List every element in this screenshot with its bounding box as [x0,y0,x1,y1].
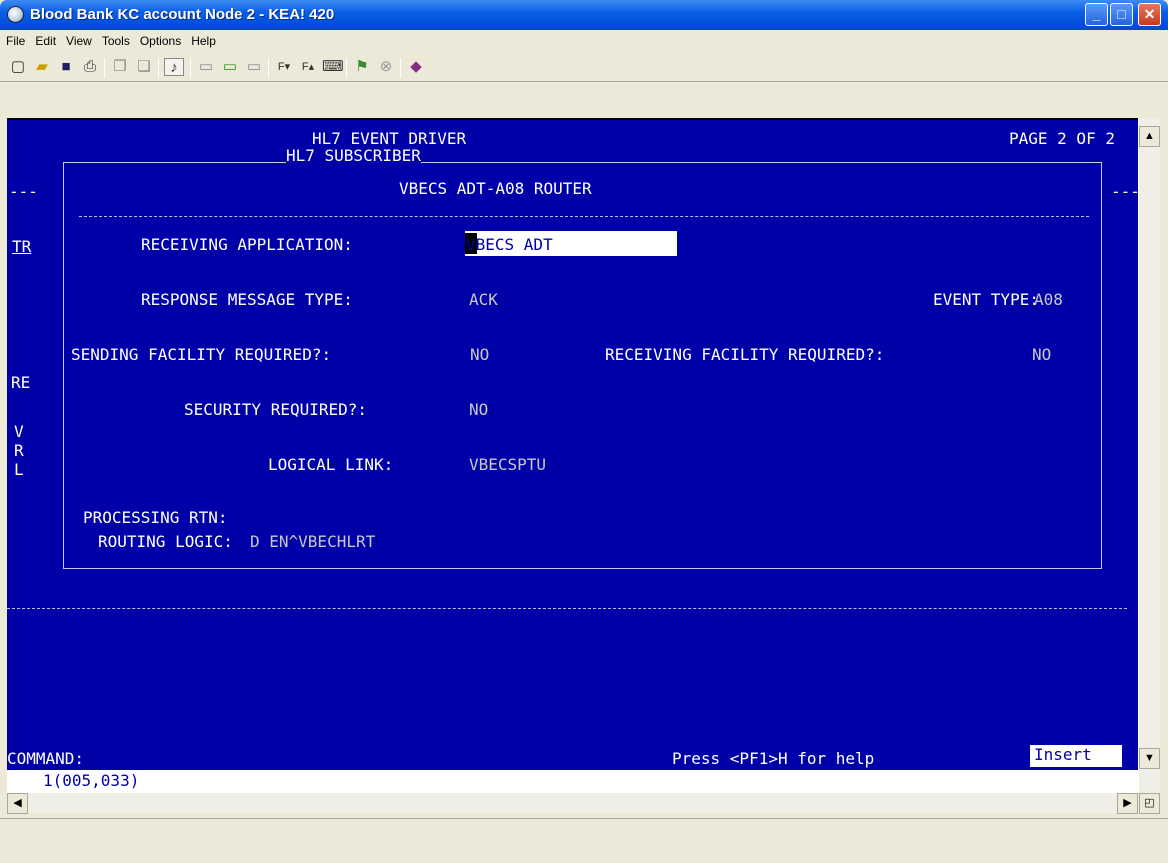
scroll-left-button[interactable]: ◀ [7,793,28,814]
app-icon [7,6,24,23]
popup-top-border-left [64,162,284,163]
audio-icon[interactable]: ♪ [164,58,184,76]
insert-mode-indicator: Insert [1030,745,1122,767]
right-dashes: --- [1111,182,1138,201]
scroll-up-button[interactable]: ▲ [1139,126,1160,147]
left-fragment-r: R [14,441,24,460]
screen-dashed-separator [7,608,1127,609]
vertical-scrollbar[interactable]: ▲ ▼ [1138,118,1160,793]
menu-tools[interactable]: Tools [96,30,134,48]
new-icon[interactable]: ▢ [8,58,28,76]
left-fragment-l: L [14,460,24,479]
response-message-type-label: RESPONSE MESSAGE TYPE: [141,290,353,309]
cursor-position: 1(005,033) [43,771,140,790]
toolbar-separator [346,58,347,78]
command-label: COMMAND: [7,749,85,768]
window-title: Blood Bank KC account Node 2 - KEA! 420 [30,6,335,23]
left-fragment-tr: TR [12,237,32,256]
scroll-right-button[interactable]: ▶ [1117,793,1138,814]
folder-b-icon[interactable]: ▭ [220,58,240,76]
event-type-label: EVENT TYPE: [933,290,1039,309]
left-dashes: --- [9,182,38,201]
title-bar[interactable]: Blood Bank KC account Node 2 - KEA! 420 … [0,0,1168,30]
toolbar-separator [104,58,105,78]
sending-facility-label: SENDING FACILITY REQUIRED?: [71,345,332,364]
open-icon[interactable]: ▰ [32,58,52,76]
menu-edit[interactable]: Edit [29,30,60,48]
page-indicator: PAGE 2 OF 2 [1009,129,1115,148]
terminal-screen[interactable]: HL7 EVENT DRIVER PAGE 2 OF 2 HL7 SUBSCRI… [7,120,1138,770]
toolbar-separator [158,58,159,78]
menu-help[interactable]: Help [185,30,220,48]
paste-icon[interactable]: ❏ [134,58,154,76]
menu-options[interactable]: Options [134,30,185,48]
receiving-facility-label: RECEIVING FACILITY REQUIRED?: [605,345,885,364]
close-button[interactable]: ✕ [1138,3,1161,26]
toolbar-separator [400,58,401,78]
security-label: SECURITY REQUIRED?: [184,400,368,419]
font-up-icon[interactable]: F▴ [298,58,318,76]
popup-dashed-separator [79,216,1089,217]
stop-icon[interactable]: ⊗ [376,58,396,76]
receiving-application-value[interactable]: VBECS ADT [466,236,553,254]
maximize-button[interactable]: □ [1110,3,1133,26]
response-message-type-value[interactable]: ACK [469,291,498,309]
popup-title: HL7 SUBSCRIBER [286,146,421,165]
menu-bar: File Edit View Tools Options Help [0,30,1168,52]
status-bar [0,818,1168,863]
processing-rtn-label: PROCESSING RTN: [83,508,228,527]
cursor-status-row: 1(005,033) [7,770,1138,793]
logical-link-value[interactable]: VBECSPTU [469,456,546,474]
toolbar: ▢ ▰ ■ ⎙ ❐ ❏ ♪ ▭ ▭ ▭ F▾ F▴ ⌨ ⚑ ⊗ ◆ [0,52,1168,82]
help-hint: Press <PF1>H for help [672,749,875,768]
application-window: Blood Bank KC account Node 2 - KEA! 420 … [0,0,1168,863]
folder-c-icon[interactable]: ▭ [244,58,264,76]
logical-link-label: LOGICAL LINK: [268,455,394,474]
font-down-icon[interactable]: F▾ [274,58,294,76]
toolbar-separator [190,58,191,78]
event-type-value[interactable]: A08 [1034,291,1063,309]
receiving-application-label: RECEIVING APPLICATION: [141,235,353,254]
routing-logic-label: ROUTING LOGIC: [98,532,233,551]
horizontal-scrollbar[interactable]: ◀ ▶ ◰ [7,793,1160,814]
left-fragment-v: V [14,422,24,441]
routing-logic-value[interactable]: D EN^VBECHLRT [250,533,375,551]
menu-view[interactable]: View [60,30,96,48]
print-icon[interactable]: ⎙ [80,58,100,76]
copy-icon[interactable]: ❐ [110,58,130,76]
save-icon[interactable]: ■ [56,58,76,76]
keyboard-icon[interactable]: ⌨ [322,58,344,76]
security-value[interactable]: NO [469,401,488,419]
toolbar-separator [268,58,269,78]
menu-file[interactable]: File [0,30,29,48]
signal-icon[interactable]: ⚑ [352,58,372,76]
book-icon[interactable]: ◆ [406,58,426,76]
receiving-facility-value[interactable]: NO [1032,346,1051,364]
minimize-button[interactable]: _ [1085,3,1108,26]
sending-facility-value[interactable]: NO [470,346,489,364]
scroll-down-button[interactable]: ▼ [1139,748,1160,769]
router-name: VBECS ADT-A08 ROUTER [399,179,592,198]
resize-icon[interactable]: ◰ [1139,793,1160,814]
left-fragment-re: RE [11,373,31,392]
insert-mode-text: Insert [1034,745,1092,764]
folder-a-icon[interactable]: ▭ [196,58,216,76]
